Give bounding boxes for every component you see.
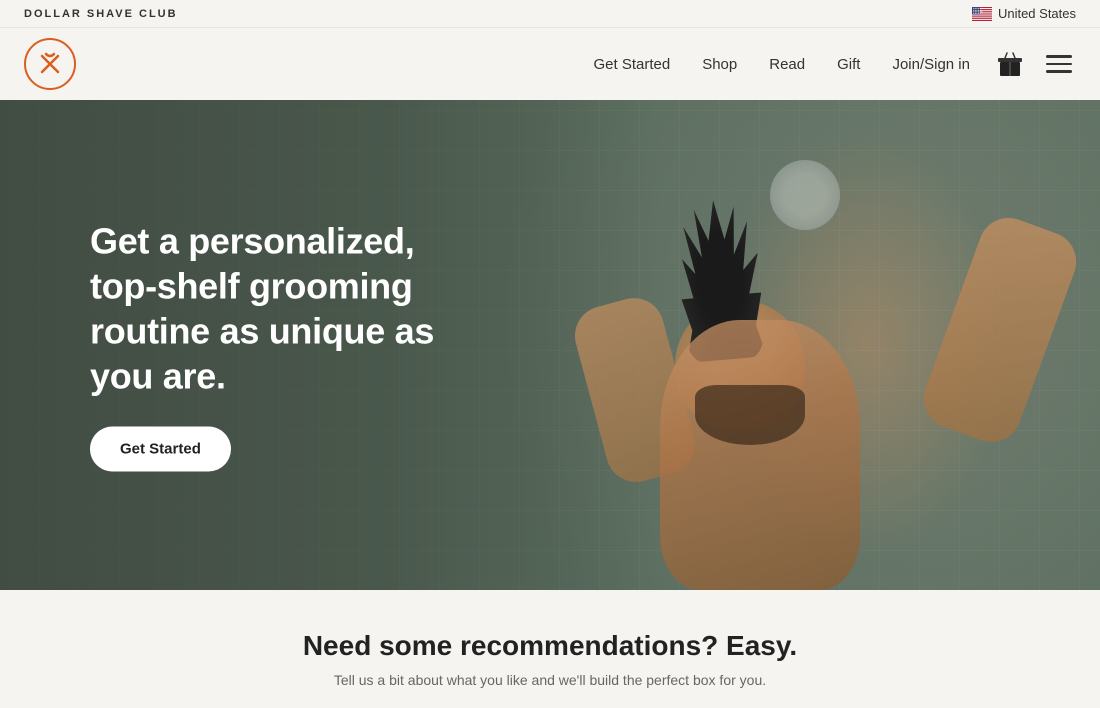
recommendations-subtitle: Tell us a bit about what you like and we… — [20, 672, 1080, 688]
hamburger-menu[interactable] — [1042, 51, 1076, 77]
us-flag-icon: ★★★★★★ ★★★★★ ★★★★★★ ★★★★★ — [972, 7, 992, 21]
nav-read[interactable]: Read — [769, 56, 805, 73]
nav-get-started[interactable]: Get Started — [593, 56, 670, 73]
hamburger-line-1 — [1046, 55, 1072, 58]
locale-label: United States — [998, 6, 1076, 21]
logo-mark[interactable] — [24, 38, 76, 90]
brand-name: DOLLAR SHAVE CLUB — [24, 8, 178, 20]
hamburger-line-2 — [1046, 63, 1072, 66]
beard-decoration — [695, 385, 805, 445]
person-body-decoration — [660, 320, 860, 590]
main-navigation: Get Started Shop Read Gift Join/Sign in — [0, 28, 1100, 100]
recommendations-section: Need some recommendations? Easy. Tell us… — [0, 590, 1100, 708]
nav-links: Get Started Shop Read Gift Join/Sign in — [593, 56, 970, 73]
hero-headline: Get a personalized, top-shelf grooming r… — [90, 219, 470, 399]
box-svg-icon — [996, 50, 1024, 78]
cart-box-icon[interactable] — [994, 48, 1026, 80]
hero-cta-button[interactable]: Get Started — [90, 427, 231, 472]
svg-text:★★★★★: ★★★★★ — [973, 12, 981, 15]
recommendations-title: Need some recommendations? Easy. — [20, 630, 1080, 662]
nav-gift[interactable]: Gift — [837, 56, 860, 73]
locale-selector[interactable]: ★★★★★★ ★★★★★ ★★★★★★ ★★★★★ United States — [972, 6, 1076, 21]
top-bar: DOLLAR SHAVE CLUB ★★★★★★ ★★★★★ ★★★★★★ ★★… — [0, 0, 1100, 28]
nav-shop[interactable]: Shop — [702, 56, 737, 73]
hero-section: Get a personalized, top-shelf grooming r… — [0, 100, 1100, 590]
nav-icons — [994, 48, 1076, 80]
nav-join-sign-in[interactable]: Join/Sign in — [892, 56, 970, 73]
logo-icon — [36, 50, 64, 78]
hamburger-line-3 — [1046, 70, 1072, 73]
hero-content: Get a personalized, top-shelf grooming r… — [90, 219, 470, 472]
